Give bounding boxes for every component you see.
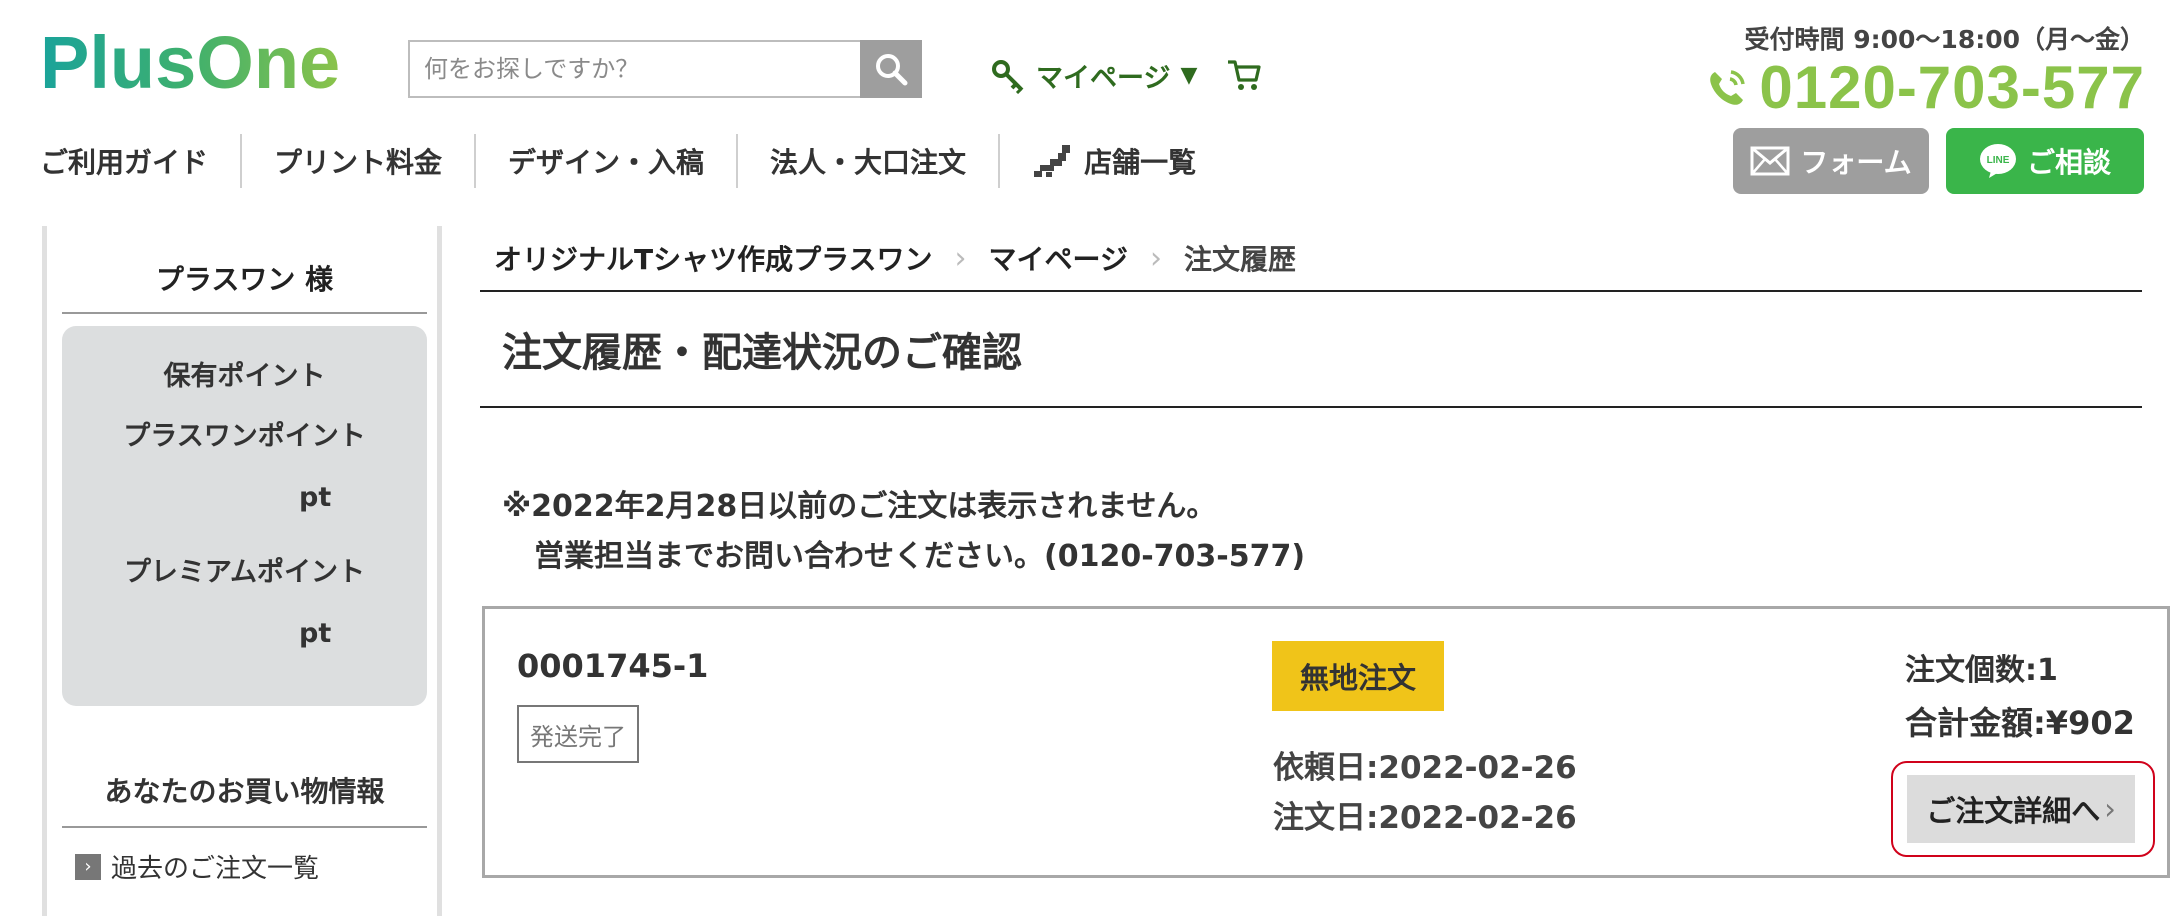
notice: ※2022年2月28日以前のご注文は表示されません。 営業担当までお問い合わせく… bbox=[502, 482, 1305, 582]
past-orders-label: 過去のご注文一覧 bbox=[111, 854, 320, 884]
search-button[interactable] bbox=[860, 40, 922, 98]
order-dates: 依頼日:2022-02-26 注文日:2022-02-26 bbox=[1273, 743, 1577, 843]
user-name: プラスワン 様 bbox=[62, 258, 427, 314]
cart-icon bbox=[1228, 60, 1261, 90]
mail-icon bbox=[1750, 146, 1790, 176]
breadcrumb-mypage[interactable]: マイページ bbox=[989, 238, 1128, 278]
plusone-points-label: プラスワンポイント bbox=[123, 421, 366, 452]
order-quantity: 注文個数:1 bbox=[1905, 653, 2058, 688]
points-title: 保有ポイント bbox=[163, 361, 326, 392]
chevron-right-icon: › bbox=[75, 853, 101, 880]
plusone-logo-mark: PlusOne bbox=[40, 26, 340, 102]
breadcrumb-home[interactable]: オリジナルTシャツ作成プラスワン bbox=[494, 238, 933, 278]
contact-form-button[interactable]: フォーム bbox=[1733, 128, 1929, 194]
logo-text: PlusOne bbox=[40, 26, 340, 102]
phone-number-text: 0120-703-577 bbox=[1759, 54, 2145, 121]
nav-item-guide[interactable]: ご利用ガイド bbox=[30, 134, 243, 188]
japan-map-icon bbox=[1034, 145, 1071, 177]
premium-points-unit: pt bbox=[299, 618, 332, 649]
order-summary: 注文個数:1 合計金額:¥902 bbox=[1905, 645, 2135, 749]
breadcrumb-separator-icon: › bbox=[1150, 240, 1162, 276]
breadcrumb-separator-icon: › bbox=[954, 240, 967, 276]
line-icon-text: LINE bbox=[1987, 155, 2010, 166]
request-date: 依頼日:2022-02-26 bbox=[1273, 750, 1577, 786]
phone-icon bbox=[1710, 70, 1746, 105]
order-date: 注文日:2022-02-26 bbox=[1273, 800, 1577, 836]
plusone-logo[interactable]: PlusOne bbox=[40, 24, 380, 104]
page-title: 注文履歴・配達状況のご確認 bbox=[480, 320, 2142, 408]
premium-points-label: プレミアムポイント bbox=[123, 557, 366, 588]
global-nav: ご利用ガイド プリント料金 デザイン・入稿 法人・大口注文 店舗一覧 bbox=[30, 134, 1228, 188]
shopping-info-title: あなたのお買い物情報 bbox=[62, 770, 427, 828]
nav-item-corporate[interactable]: 法人・大口注文 bbox=[738, 134, 1001, 188]
search-bar bbox=[408, 40, 922, 98]
detail-button-highlight: ご注文詳細へ › bbox=[1891, 761, 2155, 857]
notice-line-1: ※2022年2月28日以前のご注文は表示されません。 bbox=[502, 489, 1217, 524]
points-panel: 保有ポイント プラスワンポイント pt プレミアムポイント pt bbox=[62, 326, 427, 706]
order-detail-button[interactable]: ご注文詳細へ › bbox=[1907, 775, 2135, 843]
contact-form-label: フォーム bbox=[1800, 146, 1912, 179]
past-orders-link[interactable]: › 過去のご注文一覧 bbox=[75, 848, 319, 885]
nav-item-print-price[interactable]: プリント料金 bbox=[242, 134, 477, 188]
status-badge: 発送完了 bbox=[517, 705, 639, 763]
chevron-right-icon: › bbox=[2104, 792, 2116, 826]
sidebar: プラスワン 様 保有ポイント プラスワンポイント pt プレミアムポイント pt… bbox=[42, 226, 442, 916]
notice-line-2: 営業担当までお問い合わせください。(0120-703-577) bbox=[534, 539, 1306, 574]
search-icon bbox=[876, 54, 908, 86]
mypage-menu[interactable]: マイページ ▼ bbox=[990, 56, 1197, 95]
breadcrumb: オリジナルTシャツ作成プラスワン › マイページ › 注文履歴 bbox=[480, 226, 2142, 292]
phone-number[interactable]: 0120-703-577 bbox=[1703, 58, 2145, 118]
order-type-badge: 無地注文 bbox=[1272, 641, 1444, 711]
cart-button[interactable] bbox=[1226, 58, 1262, 96]
key-icon bbox=[992, 59, 1024, 94]
order-card: 0001745-1 発送完了 無地注文 依頼日:2022-02-26 注文日:2… bbox=[482, 606, 2170, 878]
line-icon: LINE bbox=[1979, 144, 2016, 178]
search-input[interactable] bbox=[408, 40, 860, 98]
breadcrumb-current: 注文履歴 bbox=[1184, 243, 1297, 276]
nav-item-stores[interactable]: 店舗一覧 bbox=[1000, 134, 1228, 188]
order-number: 0001745-1 bbox=[517, 647, 709, 685]
plusone-points-unit: pt bbox=[299, 482, 332, 513]
nav-item-design[interactable]: デザイン・入稿 bbox=[476, 134, 739, 188]
business-hours: 受付時間 9:00〜18:00（月〜金） bbox=[1744, 25, 2145, 54]
chevron-down-icon: ▼ bbox=[1180, 63, 1198, 88]
line-consult-button[interactable]: LINE ご相談 bbox=[1946, 128, 2144, 194]
order-total: 合計金額:¥902 bbox=[1905, 704, 2135, 742]
line-consult-label: ご相談 bbox=[2026, 146, 2111, 179]
mypage-label: マイページ bbox=[1036, 63, 1171, 94]
order-detail-label: ご注文詳細へ bbox=[1926, 794, 2101, 828]
